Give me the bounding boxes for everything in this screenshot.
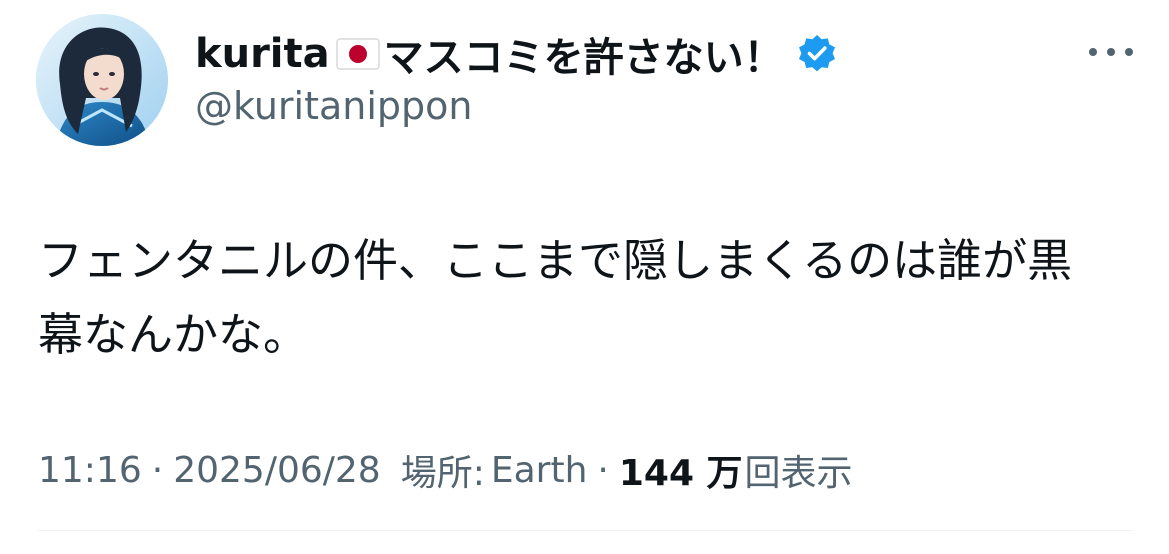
views-label[interactable]: 回表示 bbox=[745, 444, 853, 496]
author-display-name[interactable]: kurita bbox=[195, 31, 330, 77]
location-label: 場所: bbox=[400, 453, 485, 494]
author-handle[interactable]: @kuritanippon bbox=[195, 84, 473, 128]
tweet-date[interactable]: 2025/06/28 bbox=[173, 450, 381, 491]
more-dot bbox=[1107, 48, 1115, 56]
avatar[interactable] bbox=[36, 14, 168, 146]
verified-badge-icon[interactable] bbox=[796, 33, 838, 75]
meta-separator: · bbox=[151, 449, 164, 491]
tweet-text-line: フェンタニルの件、ここまで隠しまくるのは誰が黒 bbox=[38, 234, 1073, 287]
tweet-text: フェンタニルの件、ここまで隠しまくるのは誰が黒 幕なんかな。 bbox=[38, 224, 1138, 372]
meta-separator: · bbox=[597, 449, 609, 491]
views-count[interactable]: 144 万 bbox=[619, 444, 743, 496]
more-dot bbox=[1125, 48, 1133, 56]
more-options-icon[interactable] bbox=[1083, 38, 1139, 66]
divider bbox=[38, 530, 1132, 531]
author-name-row[interactable]: kurita マスコミを許さない！ bbox=[195, 26, 838, 82]
author-name-suffix[interactable]: マスコミを許さない！ bbox=[384, 25, 784, 83]
tweet: kurita マスコミを許さない！ @kuritanippon フェンタニルの件… bbox=[0, 0, 1169, 554]
tweet-time[interactable]: 11:16 bbox=[38, 450, 142, 491]
tweet-text-line: 幕なんかな。 bbox=[38, 308, 309, 361]
avatar-image bbox=[36, 14, 168, 146]
japan-flag-icon bbox=[335, 38, 380, 70]
location-value: Earth bbox=[490, 449, 588, 491]
tweet-meta: 11:16 · 2025/06/28 場所: Earth · 144 万 回表示 bbox=[38, 440, 853, 500]
more-dot bbox=[1089, 48, 1097, 56]
